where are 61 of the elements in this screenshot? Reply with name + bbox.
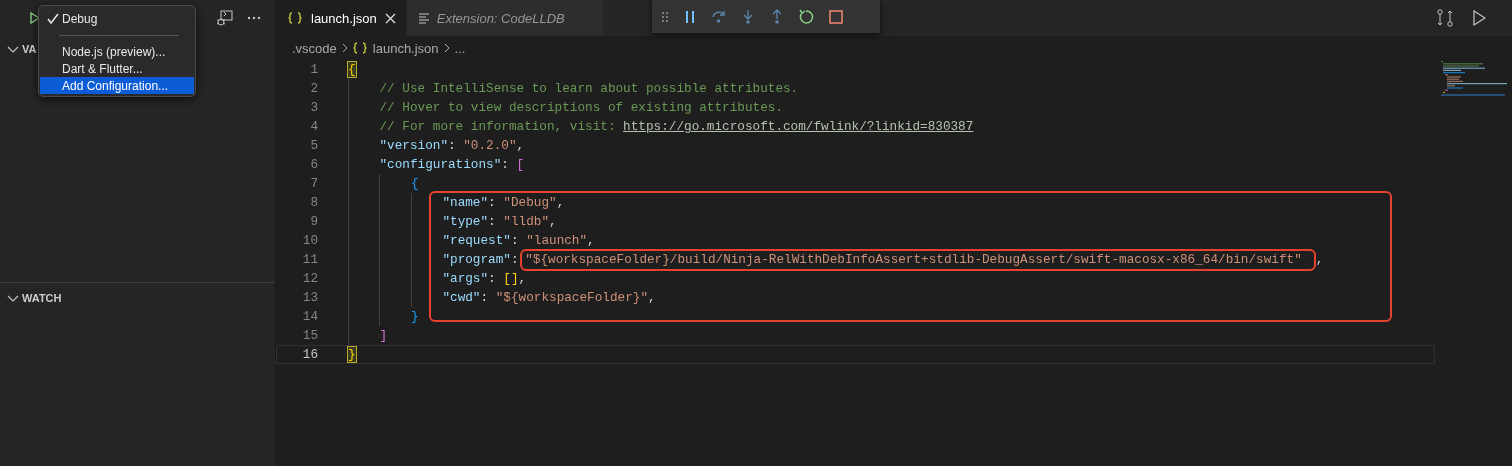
- line-number: 12: [301, 271, 318, 286]
- compare-changes-icon[interactable]: [1437, 9, 1453, 27]
- braces-icon: [288, 12, 303, 24]
- breadcrumb-item[interactable]: .vscode: [292, 40, 337, 56]
- code-line: "cwd": "${workspaceFolder}",: [442, 290, 656, 305]
- code-line: // For more information, visit: https://go.microsoft.com/fwlink/?linkid=830387: [379, 119, 974, 134]
- code-line: "args": [],: [442, 271, 527, 286]
- menu-item[interactable]: Debug: [40, 10, 194, 27]
- line-number: 13: [301, 290, 318, 305]
- editor-tab[interactable]: launch.json: [276, 0, 407, 36]
- step-into-icon[interactable]: [741, 9, 755, 24]
- line-number: 16: [301, 347, 318, 362]
- stop-icon[interactable]: [829, 9, 843, 24]
- more-actions-icon[interactable]: [247, 16, 261, 20]
- line-number: 7: [309, 176, 318, 191]
- line-number: 6: [309, 157, 318, 172]
- restart-icon[interactable]: [799, 9, 814, 24]
- drag-handle-icon[interactable]: [661, 10, 669, 23]
- line-number: 3: [309, 100, 318, 115]
- breadcrumb-item[interactable]: launch.json: [372, 40, 439, 56]
- tab-label: launch.json: [311, 10, 377, 26]
- line-number: 10: [301, 233, 318, 248]
- chevron-icon: [341, 43, 348, 53]
- line-number: 15: [301, 328, 318, 343]
- section-title[interactable]: VA: [22, 43, 37, 55]
- menu-item[interactable]: Dart & Flutter...: [40, 60, 194, 77]
- line-number: 1: [309, 62, 318, 77]
- line-number: 5: [309, 138, 318, 153]
- code-line: ]: [379, 328, 388, 343]
- menu-item[interactable]: Node.js (preview)...: [40, 43, 194, 60]
- step-out-icon[interactable]: [770, 9, 784, 24]
- line-number: 9: [309, 214, 318, 229]
- code-line: "version": "0.2.0",: [379, 138, 525, 153]
- minimap-drawing: [1441, 60, 1507, 97]
- line-number: 14: [301, 309, 318, 324]
- breadcrumb-item[interactable]: ...: [454, 40, 466, 56]
- code-line: "configurations": [: [379, 157, 525, 172]
- line-number: 2: [309, 81, 318, 96]
- list-icon: [418, 12, 429, 24]
- step-over-icon[interactable]: [711, 9, 726, 24]
- run-icon[interactable]: [1473, 10, 1486, 26]
- braces-icon: [352, 42, 368, 54]
- code-line: "request": "launch",: [442, 233, 595, 248]
- code-line: "name": "Debug",: [442, 195, 565, 210]
- code-line: }: [410, 309, 419, 324]
- line-number: 11: [301, 252, 318, 267]
- line-number: 8: [309, 195, 318, 210]
- chevron-icon: [443, 43, 450, 53]
- code-line: // Hover to view descriptions of existing attributes.: [379, 100, 783, 115]
- section-title[interactable]: WATCH: [22, 292, 62, 304]
- line-number: 4: [309, 119, 318, 134]
- code-line: // Use IntelliSense to learn about possible attributes.: [379, 81, 799, 96]
- menu-item[interactable]: Add Configuration...: [40, 77, 194, 94]
- pause-icon[interactable]: [684, 9, 696, 24]
- editor-tab[interactable]: Extension: CodeLLDB: [406, 0, 604, 36]
- tab-label: Extension: CodeLLDB: [436, 10, 565, 26]
- code-line: {: [410, 176, 419, 191]
- start-debugging-icon[interactable]: [30, 12, 41, 24]
- code-line: "type": "lldb",: [442, 214, 557, 229]
- close-icon[interactable]: [384, 12, 396, 24]
- debug-console-icon[interactable]: [216, 10, 233, 26]
